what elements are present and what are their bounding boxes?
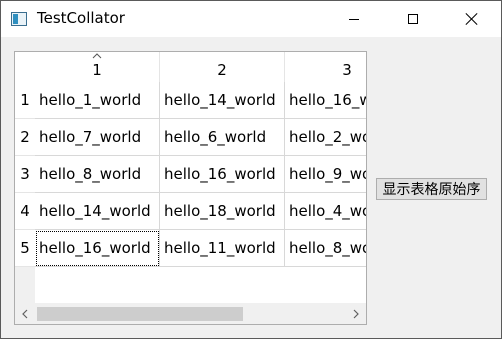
- column-header-label: 3: [342, 61, 352, 79]
- show-original-order-button[interactable]: 显示表格原始序: [376, 178, 487, 200]
- scrollbar-thumb[interactable]: [37, 307, 243, 321]
- scroll-left-button[interactable]: [15, 304, 35, 324]
- table-cell[interactable]: hello_8_world: [285, 230, 366, 267]
- table-cell[interactable]: hello_16_world: [285, 82, 366, 119]
- table-cell[interactable]: hello_2_world: [285, 119, 366, 156]
- app-icon: [11, 12, 27, 26]
- row-header-4[interactable]: 4: [15, 193, 35, 230]
- chevron-left-icon: [22, 309, 28, 319]
- table-cell[interactable]: hello_18_world: [160, 193, 285, 230]
- minimize-button[interactable]: [331, 1, 377, 37]
- close-icon: [465, 12, 479, 26]
- table-cell[interactable]: hello_8_world: [35, 156, 160, 193]
- table-view[interactable]: 1 2 3 1 2 3 4 5 hello_1_world hello_14_w…: [14, 51, 367, 325]
- chevron-right-icon: [353, 309, 359, 319]
- title-bar: TestCollator: [1, 1, 501, 37]
- maximize-icon: [408, 14, 418, 24]
- table-cell[interactable]: hello_14_world: [35, 193, 160, 230]
- main-window: TestCollator 1 2 3 1 2 3 4 5 hello_1_wor…: [0, 0, 502, 339]
- column-header-label: 2: [217, 61, 227, 79]
- table-cell[interactable]: hello_7_world: [35, 119, 160, 156]
- column-header-label: 1: [92, 61, 102, 79]
- column-header-1[interactable]: 1: [35, 52, 160, 82]
- table-cell[interactable]: hello_11_world: [160, 230, 285, 267]
- minimize-icon: [349, 18, 359, 20]
- table-cell[interactable]: hello_6_world: [160, 119, 285, 156]
- row-header-2[interactable]: 2: [15, 119, 35, 156]
- window-title: TestCollator: [37, 9, 125, 27]
- row-header-3[interactable]: 3: [15, 156, 35, 193]
- maximize-button[interactable]: [390, 1, 436, 37]
- row-header-5[interactable]: 5: [15, 230, 35, 267]
- row-header-1[interactable]: 1: [15, 82, 35, 119]
- table-cell[interactable]: hello_16_world: [160, 156, 285, 193]
- table-cell[interactable]: hello_9_world: [285, 156, 366, 193]
- chevron-up-icon: [92, 53, 102, 59]
- close-button[interactable]: [449, 1, 495, 37]
- scroll-right-button[interactable]: [346, 304, 366, 324]
- column-header-2[interactable]: 2: [160, 52, 285, 82]
- table-cell[interactable]: hello_1_world: [35, 82, 160, 119]
- table-empty-area: [35, 267, 366, 303]
- table-cell[interactable]: hello_4_world: [285, 193, 366, 230]
- column-header-3[interactable]: 3: [285, 52, 366, 82]
- table-cell-focused[interactable]: hello_16_world: [35, 230, 160, 267]
- table-cell[interactable]: hello_14_world: [160, 82, 285, 119]
- horizontal-scrollbar[interactable]: [15, 304, 366, 324]
- table-corner: [15, 52, 35, 82]
